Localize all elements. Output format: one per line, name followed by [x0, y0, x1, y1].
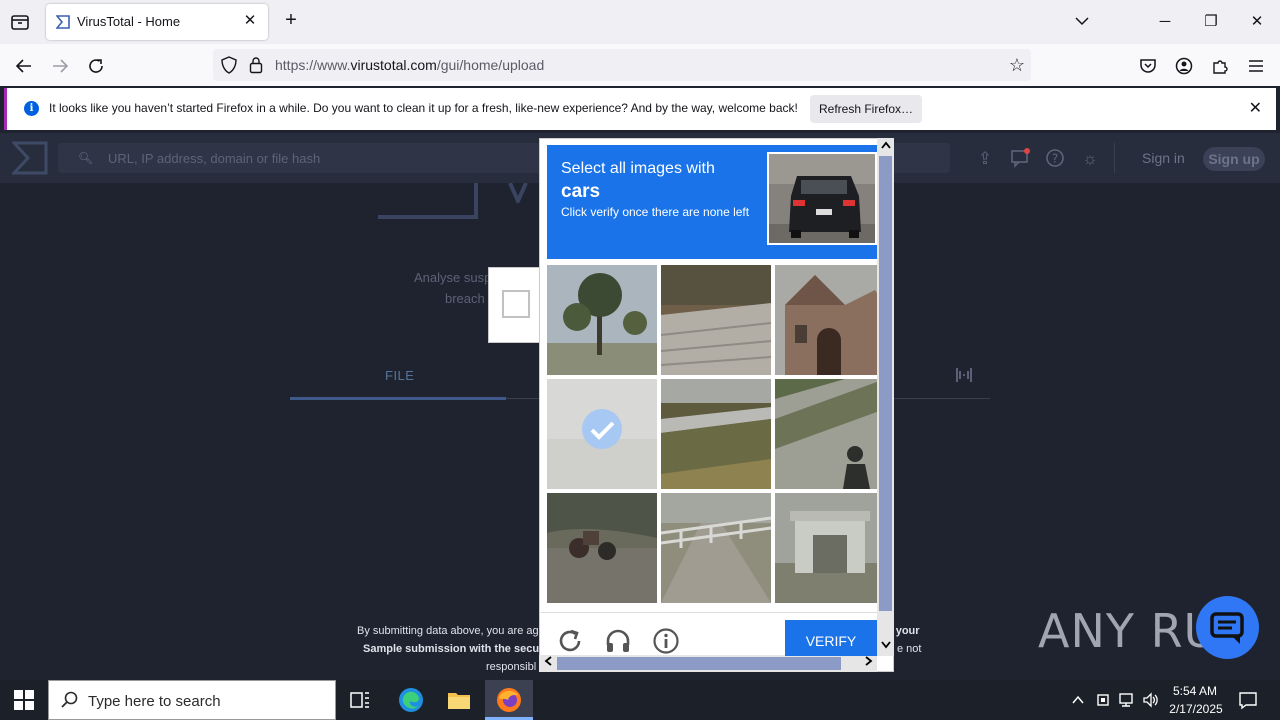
restore-icon[interactable]: ❐ — [1196, 8, 1226, 36]
captcha-tile-road-shadow[interactable] — [775, 379, 885, 489]
list-all-tabs-icon[interactable] — [1067, 8, 1097, 36]
info-icon: i — [24, 101, 39, 116]
taskbar-search-icon — [61, 691, 79, 714]
refresh-firefox-button[interactable]: Refresh Firefox… — [810, 95, 922, 123]
firefox-icon[interactable] — [495, 686, 523, 714]
reload-challenge-icon[interactable] — [556, 627, 584, 655]
scroll-down-icon[interactable] — [877, 638, 894, 655]
captcha-tile-ruined-structure[interactable] — [775, 493, 885, 603]
captcha-checkbox-widget — [488, 267, 540, 343]
clock-date[interactable]: 2/17/2025 — [1165, 702, 1227, 716]
url-bar[interactable]: https://www.virustotal.com/gui/home/uplo… — [213, 49, 1031, 81]
scroll-up-icon[interactable] — [877, 138, 894, 155]
header-divider — [1114, 143, 1115, 173]
verify-button[interactable]: VERIFY — [785, 620, 877, 656]
taskbar-search-placeholder: Type here to search — [88, 693, 221, 710]
search-tab-icon[interactable] — [954, 366, 974, 384]
action-center-icon[interactable] — [1238, 690, 1258, 710]
bookmark-star-icon[interactable]: ☆ — [1009, 55, 1025, 76]
search-placeholder: URL, IP address, domain or file hash — [108, 151, 321, 166]
taskbar-search-box[interactable]: Type here to search — [48, 680, 336, 720]
menu-icon[interactable] — [1242, 52, 1270, 80]
volume-icon[interactable] — [1142, 692, 1160, 708]
captcha-tile-faded-tile[interactable] — [547, 379, 657, 489]
virustotal-logo-icon[interactable] — [10, 141, 48, 175]
vt-hero-wordmark — [508, 182, 538, 206]
footer-terms-line3: responsibl — [486, 661, 537, 673]
virustotal-favicon-icon — [55, 15, 70, 29]
minimize-icon[interactable]: ─ — [1150, 8, 1180, 36]
tab-file[interactable]: FILE — [385, 368, 414, 383]
tab-list-icon[interactable] — [8, 10, 32, 34]
tab-title: VirusTotal - Home — [77, 14, 181, 29]
back-icon[interactable] — [10, 52, 38, 80]
upload-icon[interactable]: ⇪ — [974, 148, 996, 170]
vt-tagline-line1: Analyse susp — [414, 270, 492, 285]
tray-expand-icon[interactable] — [1070, 692, 1086, 708]
captcha-tile-brick-house[interactable] — [775, 265, 885, 375]
network-icon[interactable] — [1118, 692, 1136, 708]
notification-message: It looks like you haven’t started Firefo… — [49, 101, 798, 115]
captcha-info-icon[interactable] — [652, 627, 680, 655]
search-icon: 🔍︎ — [78, 151, 94, 165]
theme-toggle-icon[interactable]: ☼ — [1079, 148, 1101, 170]
captcha-example-image — [767, 152, 877, 245]
captcha-vertical-scroll-thumb[interactable] — [879, 156, 892, 611]
pocket-icon[interactable] — [1134, 52, 1162, 80]
footer-terms-line2: Sample submission with the secur — [363, 643, 544, 655]
captcha-hint: Click verify once there are none left — [561, 205, 750, 219]
notification-close-icon[interactable]: ✕ — [1249, 98, 1262, 118]
windows-start-icon[interactable] — [14, 690, 34, 710]
captcha-tile-path-fence[interactable] — [661, 493, 771, 603]
audio-challenge-icon[interactable] — [604, 627, 632, 655]
captcha-tile-palm-trees[interactable] — [547, 265, 657, 375]
reload-icon[interactable] — [82, 52, 110, 80]
browser-tab[interactable]: VirusTotal - Home ✕ — [46, 4, 268, 40]
help-icon[interactable]: ? — [1044, 148, 1066, 170]
captcha-tile-highway-guardrail[interactable] — [661, 379, 771, 489]
captcha-footer-divider — [541, 612, 877, 613]
url-path: /gui/home/upload — [436, 57, 545, 73]
footer-terms-line1: By submitting data above, you are ag — [357, 625, 539, 637]
url-domain: virustotal.com — [350, 57, 437, 73]
vt-tagline-line2: breach — [445, 291, 485, 306]
vt-hero-logo — [378, 183, 478, 219]
captcha-target: cars — [561, 181, 601, 202]
captcha-tile-roof[interactable] — [661, 265, 771, 375]
captcha-tile-motorcycle[interactable] — [547, 493, 657, 603]
notifications-icon[interactable] — [1009, 148, 1031, 170]
tab-strip: VirusTotal - Home ✕ + ─ ❐ ✕ — [0, 0, 1280, 44]
task-view-icon[interactable] — [346, 686, 374, 714]
account-icon[interactable] — [1170, 52, 1198, 80]
captcha-instruction: Select all images with — [561, 160, 715, 177]
forward-icon[interactable] — [46, 52, 74, 80]
sign-up-button[interactable]: Sign up — [1203, 147, 1265, 171]
nav-bar: https://www.virustotal.com/gui/home/uplo… — [0, 44, 1280, 86]
sign-in-link[interactable]: Sign in — [1142, 150, 1185, 166]
firefox-notification-bar: i It looks like you haven’t started Fire… — [4, 88, 1276, 130]
url-prefix: https://www. — [275, 57, 351, 73]
svg-text:?: ? — [1052, 152, 1058, 166]
tracking-shield-icon[interactable] — [221, 56, 237, 79]
scroll-right-icon[interactable] — [860, 655, 877, 672]
lock-icon[interactable] — [249, 56, 263, 79]
scroll-left-icon[interactable] — [539, 655, 556, 672]
url-text[interactable]: https://www.virustotal.com/gui/home/uplo… — [275, 57, 544, 73]
edge-icon[interactable] — [397, 686, 425, 714]
new-tab-icon[interactable]: + — [279, 9, 303, 35]
clock-time[interactable]: 5:54 AM — [1170, 684, 1220, 698]
tab-active-indicator — [290, 397, 506, 400]
file-explorer-icon[interactable] — [445, 686, 473, 714]
window-close-icon[interactable]: ✕ — [1242, 8, 1272, 36]
chat-button[interactable] — [1196, 596, 1259, 659]
tray-device-icon[interactable] — [1095, 692, 1111, 708]
captcha-horizontal-scroll-thumb[interactable] — [557, 657, 841, 670]
tab-close-icon[interactable]: ✕ — [240, 11, 260, 31]
captcha-checkbox[interactable] — [502, 290, 530, 318]
footer-terms-right2: e not — [897, 643, 922, 655]
extensions-icon[interactable] — [1206, 52, 1234, 80]
